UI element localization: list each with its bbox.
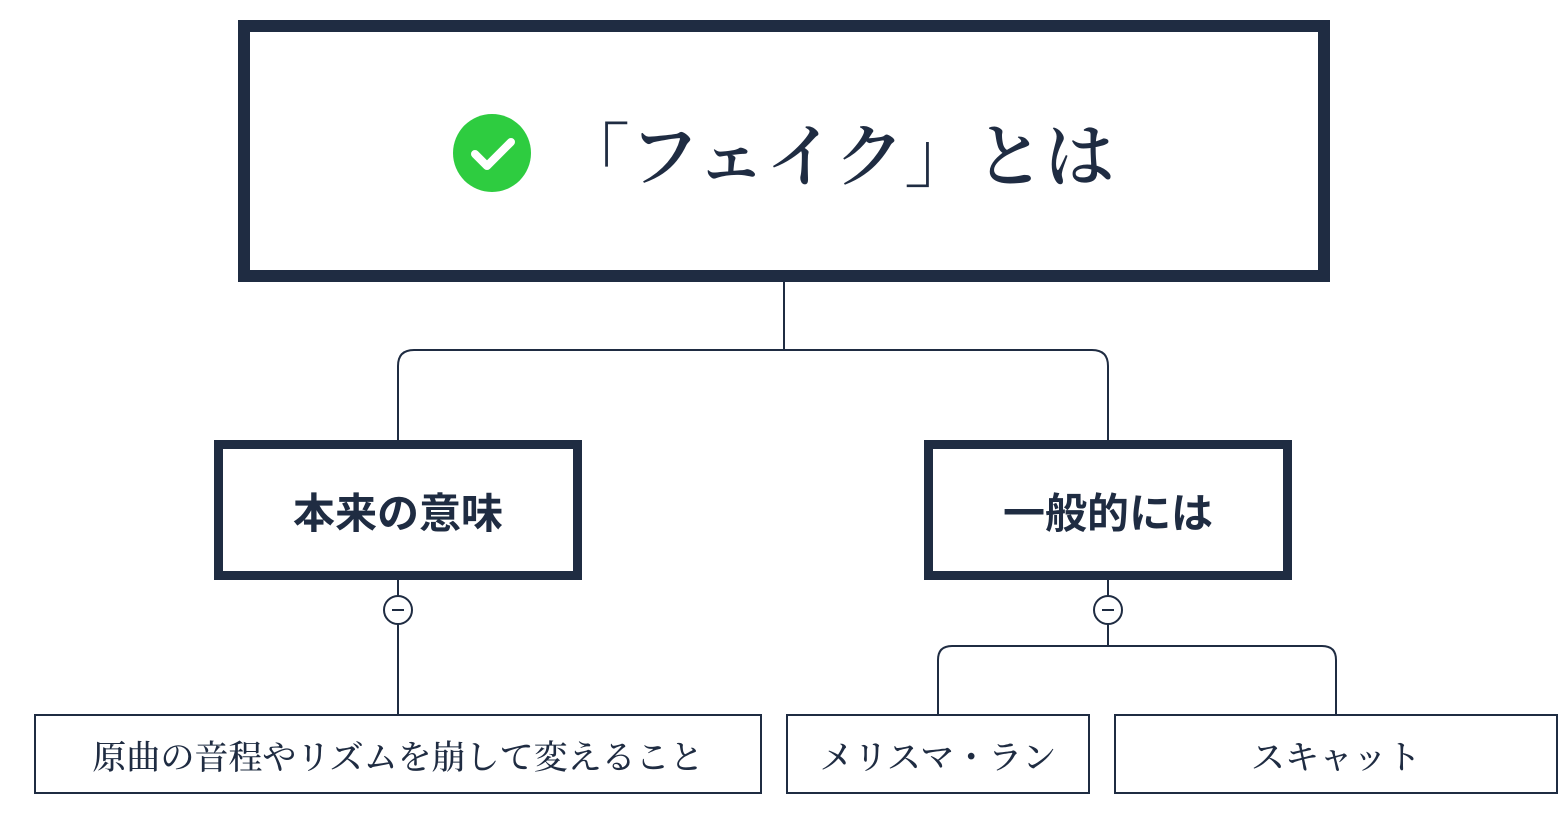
leaf-label: 原曲の音程やリズムを崩して変えること bbox=[92, 730, 703, 779]
root-node: 「フェイク」とは bbox=[238, 20, 1330, 282]
leaf-label: メリスマ・ラン bbox=[820, 730, 1057, 779]
check-circle-icon bbox=[453, 112, 531, 190]
collapse-toggle-icon[interactable] bbox=[1093, 595, 1123, 625]
root-title: 「フェイク」とは bbox=[559, 101, 1114, 202]
leaf-label: スキャット bbox=[1251, 730, 1421, 779]
leaf-node: メリスマ・ラン bbox=[786, 714, 1090, 794]
leaf-node: 原曲の音程やリズムを崩して変えること bbox=[34, 714, 762, 794]
leaf-node: スキャット bbox=[1114, 714, 1558, 794]
child-title: 一般的には bbox=[1003, 480, 1213, 541]
child-title: 本来の意味 bbox=[293, 480, 503, 541]
child-node-original-meaning: 本来の意味 bbox=[214, 440, 582, 580]
collapse-toggle-icon[interactable] bbox=[383, 595, 413, 625]
child-node-general-usage: 一般的には bbox=[924, 440, 1292, 580]
